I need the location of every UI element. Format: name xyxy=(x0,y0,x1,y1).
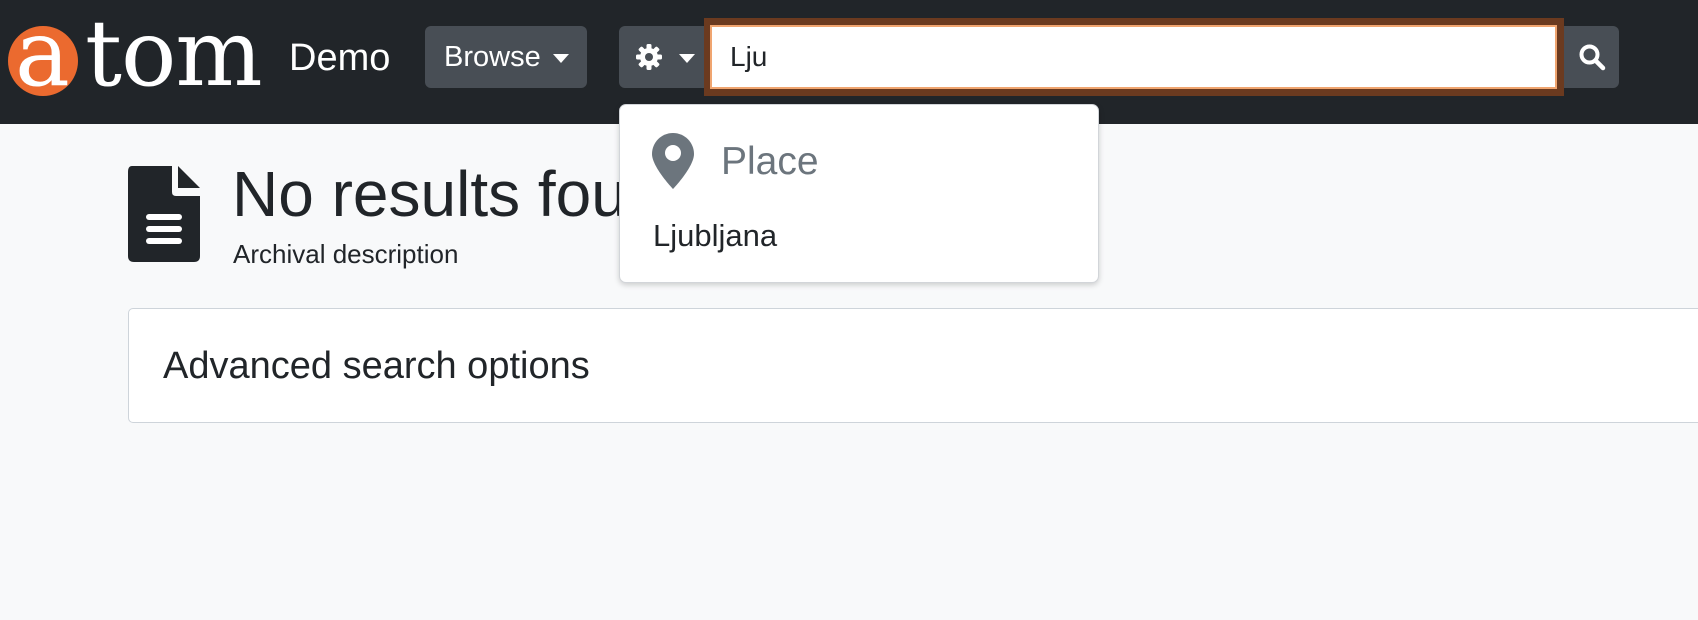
file-text-icon xyxy=(128,166,200,262)
logo-text: tom xyxy=(85,0,263,107)
search-autocomplete-dropdown: Place Ljubljana xyxy=(619,104,1099,283)
page-subtitle: Archival description xyxy=(233,239,459,269)
chevron-down-icon xyxy=(553,54,569,64)
search-input[interactable] xyxy=(710,25,1557,89)
map-marker-icon xyxy=(652,133,694,189)
search-options-button[interactable] xyxy=(619,26,711,88)
autocomplete-item-ljubljana[interactable]: Ljubljana xyxy=(653,218,777,254)
gear-icon xyxy=(636,44,662,70)
browse-button[interactable]: Browse xyxy=(425,26,587,88)
site-name-link[interactable]: Demo xyxy=(289,36,390,80)
advanced-search-label: Advanced search options xyxy=(163,345,590,387)
search-button[interactable] xyxy=(1564,26,1619,88)
browse-label: Browse xyxy=(444,41,541,73)
search-icon xyxy=(1579,44,1606,71)
logo-letter-a: a xyxy=(15,0,70,107)
advanced-search-toggle[interactable]: Advanced search options xyxy=(128,308,1698,423)
autocomplete-section-title: Place xyxy=(721,140,819,183)
site-logo[interactable]: a tom xyxy=(8,8,263,100)
chevron-down-icon xyxy=(679,54,695,64)
page-title: No results fou xyxy=(232,158,627,230)
